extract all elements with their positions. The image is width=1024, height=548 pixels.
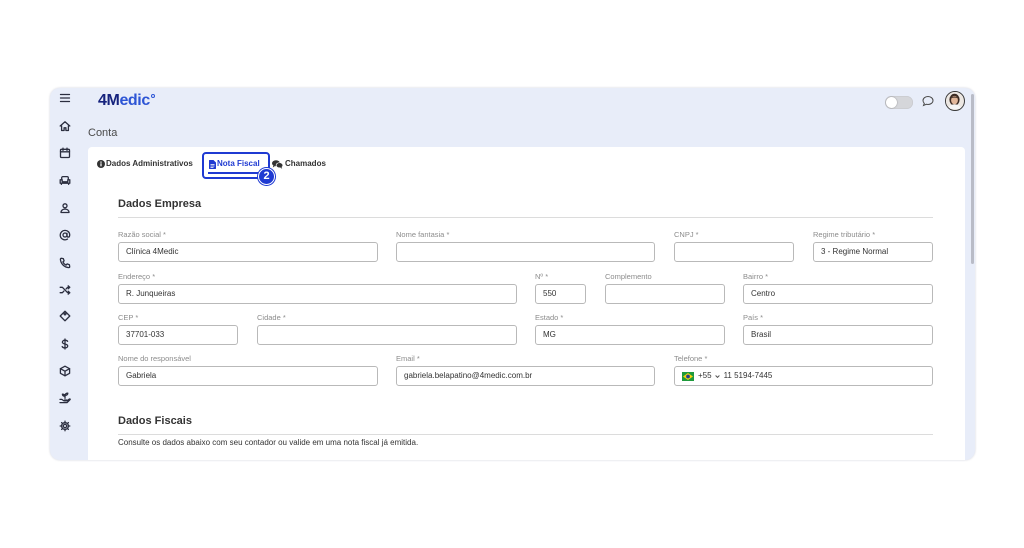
cnpj-label: CNPJ * <box>674 230 699 239</box>
shuffle-icon[interactable] <box>59 284 71 296</box>
menu-icon[interactable] <box>59 92 71 104</box>
pais-input[interactable]: Brasil <box>743 325 933 345</box>
regime-tributario-select[interactable]: 3 - Regime Normal <box>813 242 933 262</box>
cep-field: CEP * 37701-033 <box>118 313 238 345</box>
page-title: Conta <box>88 127 118 139</box>
email-field: Email * gabriela.belapatino@4medic.com.b… <box>396 354 655 386</box>
pais-value: Brasil <box>751 330 772 339</box>
chat-icon[interactable] <box>922 95 934 107</box>
razao-social-value: Clínica 4Medic <box>126 247 179 256</box>
endereco-input[interactable]: R. Junqueiras <box>118 284 517 304</box>
endereco-label: Endereço * <box>118 272 156 281</box>
cidade-label: Cidade * <box>257 313 286 322</box>
complemento-field: Complemento <box>605 272 725 304</box>
screen: 4Medic Conta Dados Administrativos Nota <box>0 0 1024 548</box>
responsavel-label: Nome do responsável <box>118 354 191 363</box>
responsavel-field: Nome do responsável Gabriela <box>118 354 378 386</box>
endereco-field: Endereço * R. Junqueiras <box>118 272 517 304</box>
box-icon[interactable] <box>59 365 71 377</box>
section-divider <box>118 217 933 218</box>
cep-value: 37701-033 <box>126 330 165 339</box>
nome-fantasia-field: Nome fantasia * <box>396 230 655 262</box>
logo-mark <box>150 94 155 98</box>
app-window: 4Medic Conta Dados Administrativos Nota <box>50 88 975 460</box>
razao-social-input[interactable]: Clínica 4Medic <box>118 242 378 262</box>
bairro-value: Centro <box>751 289 776 298</box>
nome-fantasia-label: Nome fantasia * <box>396 230 450 239</box>
numero-input[interactable]: 550 <box>535 284 586 304</box>
complemento-label: Complemento <box>605 272 652 281</box>
account-card: Dados Administrativos Nota Fiscal Chamad… <box>88 147 965 460</box>
fiscais-note: Consulte os dados abaixo com seu contado… <box>118 438 419 447</box>
numero-value: 550 <box>543 289 557 298</box>
bairro-label: Bairro * <box>743 272 769 281</box>
responsavel-value: Gabriela <box>126 371 157 380</box>
estado-field: Estado * MG <box>535 313 725 345</box>
telefone-label: Telefone * <box>674 354 708 363</box>
theme-toggle[interactable] <box>885 96 913 109</box>
cnpj-input[interactable] <box>674 242 794 262</box>
hand-plant-icon[interactable] <box>59 392 71 404</box>
section-title-empresa: Dados Empresa <box>118 198 202 210</box>
country-code: +55 <box>698 371 712 380</box>
email-value: gabriela.belapatino@4medic.com.br <box>404 371 533 380</box>
phone-icon[interactable] <box>59 257 71 269</box>
cep-label: CEP * <box>118 313 139 322</box>
estado-input[interactable]: MG <box>535 325 725 345</box>
sofa-icon[interactable] <box>59 174 71 186</box>
endereco-value: R. Junqueiras <box>126 289 176 298</box>
pais-label: País * <box>743 313 764 322</box>
user-icon[interactable] <box>59 202 71 214</box>
telefone-value: 11 5194-7445 <box>723 371 773 380</box>
tab-chamados[interactable]: Chamados <box>272 159 326 169</box>
telefone-field: Telefone * +55 11 5194-7445 <box>674 354 933 386</box>
cep-input[interactable]: 37701-033 <box>118 325 238 345</box>
regime-tributario-field: Regime tributário * 3 - Regime Normal <box>813 230 933 262</box>
gear-icon[interactable] <box>59 420 71 432</box>
cidade-field: Cidade * <box>257 313 517 345</box>
tab-dados-administrativos[interactable]: Dados Administrativos <box>97 159 193 169</box>
avatar-photo <box>946 92 963 109</box>
annotation-step-badge: 2 <box>258 168 275 185</box>
dollar-icon[interactable] <box>59 338 71 350</box>
at-icon[interactable] <box>59 229 71 241</box>
complemento-input[interactable] <box>605 284 725 304</box>
tab-label: Dados Administrativos <box>106 159 193 168</box>
bairro-field: Bairro * Centro <box>743 272 933 304</box>
email-label: Email * <box>396 354 420 363</box>
logo-rest-text: edic <box>119 92 150 109</box>
bairro-input[interactable]: Centro <box>743 284 933 304</box>
razao-social-label: Razão social * <box>118 230 166 239</box>
razao-social-field: Razão social * Clínica 4Medic <box>118 230 378 262</box>
cnpj-field: CNPJ * <box>674 230 794 262</box>
chevron-down-icon[interactable] <box>714 374 720 379</box>
section-divider <box>118 434 933 435</box>
numero-field: Nº * 550 <box>535 272 586 304</box>
email-input[interactable]: gabriela.belapatino@4medic.com.br <box>396 366 655 386</box>
home-icon[interactable] <box>59 120 71 132</box>
tag-icon[interactable] <box>59 310 71 322</box>
cidade-input[interactable] <box>257 325 517 345</box>
brand-logo[interactable]: 4Medic <box>98 92 155 110</box>
regime-tributario-value: 3 - Regime Normal <box>821 247 889 256</box>
numero-label: Nº * <box>535 272 549 281</box>
section-title-fiscais: Dados Fiscais <box>118 415 192 427</box>
regime-tributario-label: Regime tributário * <box>813 230 876 239</box>
scrollbar-thumb[interactable] <box>971 94 974 264</box>
comments-icon <box>272 159 283 169</box>
pais-field: País * Brasil <box>743 313 933 345</box>
telefone-input[interactable]: +55 11 5194-7445 <box>674 366 933 386</box>
info-icon <box>97 160 105 168</box>
user-avatar[interactable] <box>945 91 965 111</box>
calendar-icon[interactable] <box>59 147 71 159</box>
responsavel-input[interactable]: Gabriela <box>118 366 378 386</box>
estado-label: Estado * <box>535 313 564 322</box>
estado-value: MG <box>543 330 556 339</box>
logo-bold-text: 4M <box>98 92 120 109</box>
tab-label: Chamados <box>285 159 326 168</box>
brazil-flag-icon[interactable] <box>682 371 694 381</box>
toggle-knob <box>886 97 897 108</box>
nome-fantasia-input[interactable] <box>396 242 655 262</box>
